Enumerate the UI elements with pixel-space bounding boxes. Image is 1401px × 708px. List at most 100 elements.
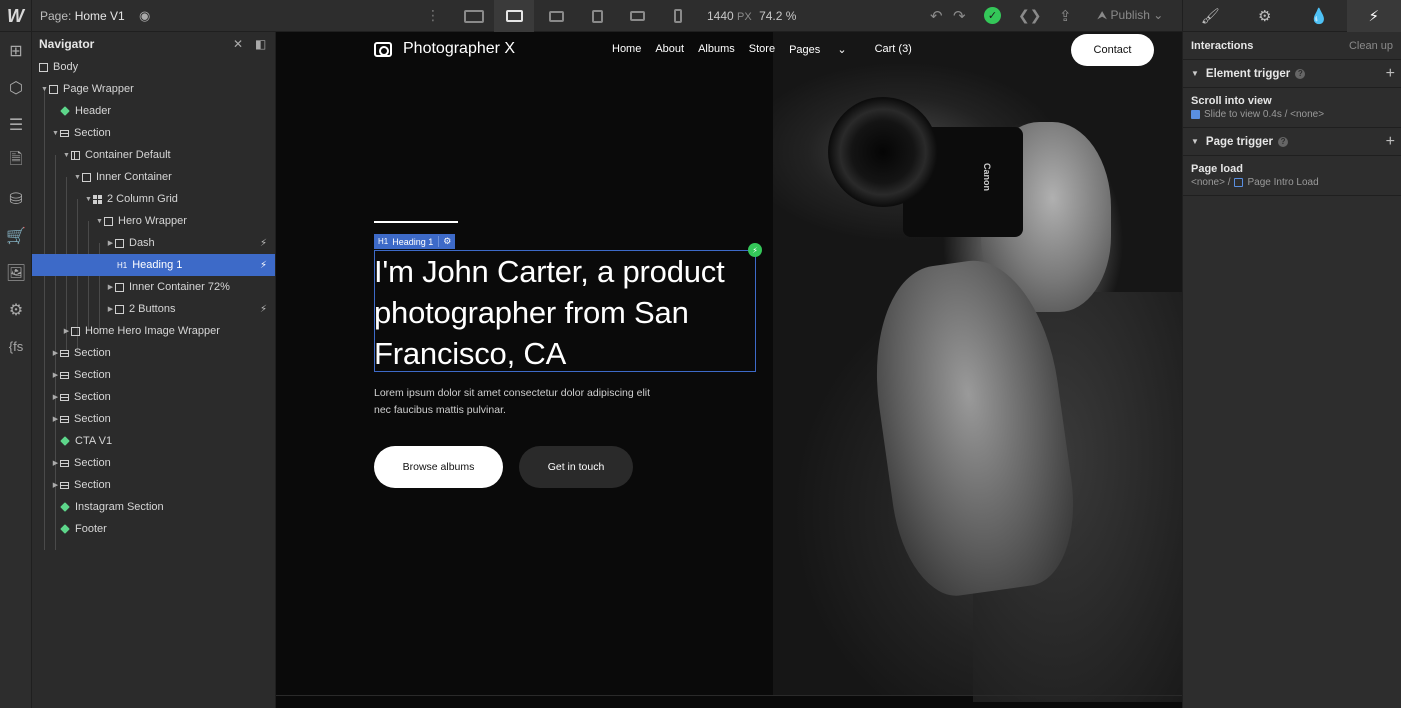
navigator-row[interactable]: ▶ Section <box>32 386 275 408</box>
caret-right-icon[interactable]: ▶ <box>51 349 60 357</box>
finsweet-fs-icon[interactable]: {fs <box>0 328 32 365</box>
navigator-layers-icon[interactable]: ☰ <box>0 106 32 143</box>
nav-link-store[interactable]: Store <box>749 43 775 56</box>
webflow-logo-icon[interactable]: W <box>0 0 32 32</box>
navigator-row[interactable]: CTA V1 <box>32 430 275 452</box>
help-icon[interactable]: ? <box>1295 68 1306 79</box>
site-logo[interactable]: Photographer X <box>374 40 515 58</box>
ecommerce-cart-icon[interactable]: 🛒 <box>0 217 32 254</box>
caret-right-icon[interactable]: ▶ <box>62 327 71 335</box>
hero-paragraph[interactable]: Lorem ipsum dolor sit amet consectetur d… <box>374 385 654 419</box>
caret-right-icon[interactable]: ▶ <box>51 481 60 489</box>
caret-down-icon[interactable]: ▼ <box>40 86 49 93</box>
navigator-row[interactable]: ▶ Home Hero Image Wrapper <box>32 320 275 342</box>
navigator-row[interactable]: ▶ Dash ⚡ <box>32 232 275 254</box>
nav-link-albums[interactable]: Albums <box>698 43 735 56</box>
trigger-item-detail-text: Slide to view 0.4s / <none> <box>1204 109 1325 120</box>
selected-element-tag[interactable]: H1 Heading 1 ⚙ <box>374 234 456 249</box>
browse-albums-button[interactable]: Browse albums <box>374 446 503 488</box>
clean-up-button[interactable]: Clean up <box>1349 40 1393 52</box>
caret-right-icon[interactable]: ▶ <box>51 459 60 467</box>
preview-eye-icon[interactable]: ◉ <box>139 8 155 24</box>
navigator-row[interactable]: ▼ Container Default <box>32 144 275 166</box>
caret-down-icon[interactable]: ▼ <box>73 174 82 181</box>
navigator-row[interactable]: ▶ Section <box>32 474 275 496</box>
navigator-row[interactable]: ▼ 2 Column Grid <box>32 188 275 210</box>
caret-right-icon[interactable]: ▶ <box>51 393 60 401</box>
undo-icon[interactable]: ↶ <box>930 7 943 25</box>
caret-down-icon[interactable]: ▼ <box>84 196 93 203</box>
navigator-row[interactable]: ▼ Page Wrapper <box>32 78 275 100</box>
cms-database-icon[interactable]: ⛁ <box>0 180 32 217</box>
caret-right-icon[interactable]: ▶ <box>106 305 115 313</box>
more-dots-icon[interactable]: ⋮ <box>426 7 440 24</box>
caret-right-icon[interactable]: ▶ <box>51 371 60 379</box>
section-node-icon <box>60 415 69 423</box>
interactions-tab-bolt-icon[interactable]: ⚡ <box>1346 0 1401 32</box>
navigator-row[interactable]: Instagram Section <box>32 496 275 518</box>
navigator-row[interactable]: ▶ Section <box>32 452 275 474</box>
navigator-row[interactable]: ▼ Inner Container <box>32 166 275 188</box>
style-manager-tab-drops-icon[interactable]: 💧 <box>1292 0 1347 32</box>
saved-status-check-icon[interactable]: ✓ <box>984 7 1001 24</box>
navigator-row[interactable]: Header <box>32 100 275 122</box>
symbols-cube-icon[interactable]: ⬡ <box>0 69 32 106</box>
navigator-title: Navigator <box>39 37 95 51</box>
pages-file-icon[interactable]: 🗎 <box>0 143 32 180</box>
navigator-row[interactable]: ▶ 2 Buttons ⚡ <box>32 298 275 320</box>
help-icon[interactable]: ? <box>1278 136 1289 147</box>
caret-down-icon[interactable]: ▼ <box>51 130 60 137</box>
navigator-row[interactable]: Footer <box>32 518 275 540</box>
contact-button[interactable]: Contact <box>1071 34 1154 66</box>
style-panel-tab-brush-icon[interactable]: 🖌 <box>1183 0 1238 32</box>
navigator-row[interactable]: ▼ Hero Wrapper <box>32 210 275 232</box>
caret-down-icon[interactable]: ▼ <box>95 218 104 225</box>
settings-panel-tab-gear-icon[interactable]: ⚙ <box>1238 0 1293 32</box>
navigator-row[interactable]: ▶ Section <box>32 342 275 364</box>
dock-panel-icon[interactable]: ◧ <box>255 37 266 51</box>
add-element-trigger-plus-icon[interactable]: + <box>1386 65 1395 83</box>
redo-icon[interactable]: ↷ <box>953 7 966 25</box>
nav-link-home[interactable]: Home <box>612 43 641 56</box>
navigator-row[interactable]: Body <box>32 56 275 78</box>
add-panel-plus-icon[interactable]: ⊞ <box>0 32 32 69</box>
share-icon[interactable]: ⇪ <box>1059 7 1072 25</box>
breakpoint-desktop-button[interactable] <box>494 0 534 32</box>
caret-right-icon[interactable]: ▶ <box>51 415 60 423</box>
design-canvas[interactable]: Canon Photographer X Home About Albums S… <box>276 32 1182 708</box>
nav-link-cart[interactable]: Cart (3) <box>875 43 912 56</box>
page-selector[interactable]: Page: Home V1 <box>40 9 125 23</box>
breakpoint-tablet-button[interactable] <box>577 0 617 32</box>
navigator-row[interactable]: ▼ Section <box>32 122 275 144</box>
breakpoint-landscape-button[interactable] <box>617 0 657 32</box>
element-trigger-item[interactable]: Scroll into view Slide to view 0.4s / <n… <box>1183 88 1401 128</box>
caret-right-icon[interactable]: ▶ <box>106 283 115 291</box>
navigator-row-selected[interactable]: H1 Heading 1 ⚡ <box>32 254 275 276</box>
settings-gear-icon[interactable]: ⚙ <box>0 291 32 328</box>
section-node-icon <box>60 459 69 467</box>
add-page-trigger-plus-icon[interactable]: + <box>1386 133 1395 151</box>
hero-photographer-image[interactable]: Canon <box>773 32 1182 702</box>
hero-dash[interactable] <box>374 221 458 223</box>
page-trigger-item[interactable]: Page load <none> / Page Intro Load <box>1183 156 1401 196</box>
breakpoint-large-desktop-button[interactable] <box>454 0 494 32</box>
get-in-touch-button[interactable]: Get in touch <box>519 446 633 488</box>
collapse-all-icon[interactable]: ✕ <box>233 37 243 51</box>
hero-heading[interactable]: I'm John Carter, a product photographer … <box>374 251 754 374</box>
breakpoint-portrait-button[interactable] <box>658 0 698 32</box>
row-label: Hero Wrapper <box>118 215 187 227</box>
caret-down-icon[interactable]: ▼ <box>62 152 71 159</box>
code-export-icon[interactable]: ❮❯ <box>1018 7 1041 24</box>
navigator-row[interactable]: ▶ Section <box>32 408 275 430</box>
element-settings-gear-icon[interactable]: ⚙ <box>438 236 451 247</box>
element-trigger-header[interactable]: ▼ Element trigger ? + <box>1183 60 1401 88</box>
breakpoint-base-button[interactable] <box>536 0 576 32</box>
page-trigger-header[interactable]: ▼ Page trigger ? + <box>1183 128 1401 156</box>
publish-button[interactable]: ⮝ Publish ⌄ <box>1097 8 1163 23</box>
assets-image-icon[interactable]: 🖼 <box>0 254 32 291</box>
nav-link-pages[interactable]: Pages ⌄ <box>789 43 860 56</box>
navigator-row[interactable]: ▶ Section <box>32 364 275 386</box>
navigator-row[interactable]: ▶ Inner Container 72% <box>32 276 275 298</box>
nav-link-about[interactable]: About <box>655 43 684 56</box>
caret-right-icon[interactable]: ▶ <box>106 239 115 247</box>
